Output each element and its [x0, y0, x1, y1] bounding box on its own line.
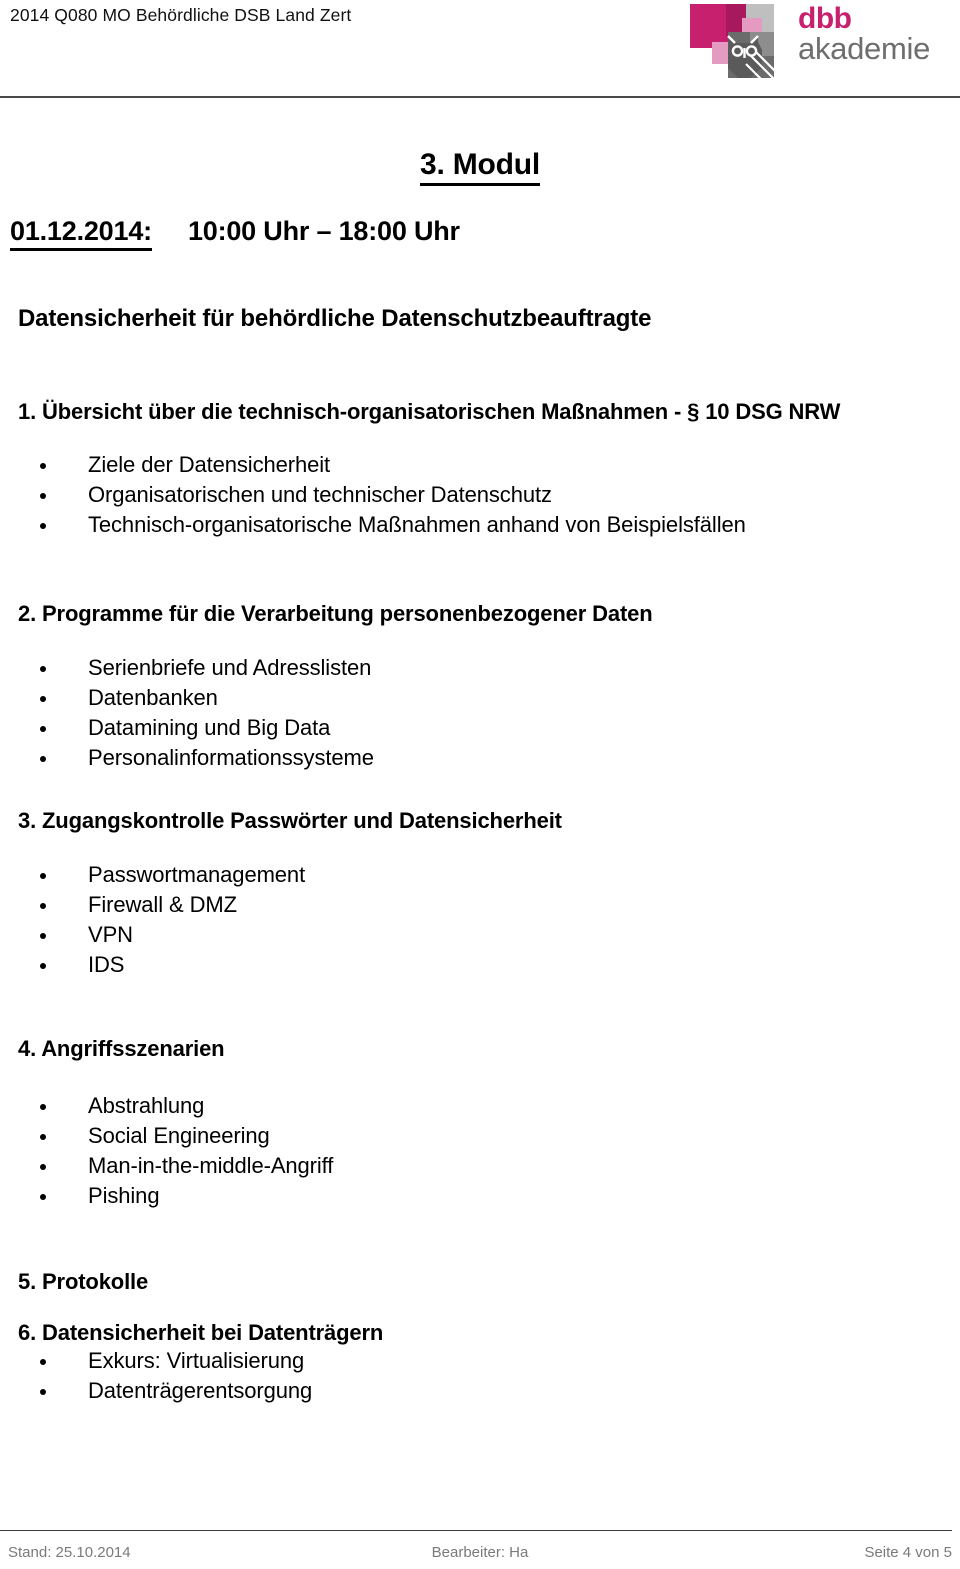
logo-wordmark: dbb akademie: [798, 4, 958, 80]
bullet-dot-icon: [40, 963, 46, 969]
bullet-dot-icon: [40, 873, 46, 879]
bullet-dot-icon: [40, 1134, 46, 1140]
course-time: 10:00 Uhr – 18:00 Uhr: [187, 216, 460, 246]
bullet-dot-icon: [40, 756, 46, 762]
header-document-title: 2014 Q080 MO Behördliche DSB Land Zert: [10, 5, 352, 25]
list-item-label: Social Engineering: [88, 1123, 270, 1148]
list-item-label: Ziele der Datensicherheit: [88, 452, 331, 477]
header-divider: [0, 96, 960, 98]
bullet-dot-icon: [40, 1194, 46, 1200]
list-item-label: VPN: [88, 922, 133, 947]
bullet-dot-icon: [40, 666, 46, 672]
module-title: 3. Modul: [0, 148, 960, 186]
list-item-label: Technisch-organisatorische Maßnahmen anh…: [88, 512, 746, 537]
list-item-label: Firewall & DMZ: [88, 892, 237, 917]
course-date: 01.12.2014:: [10, 216, 152, 251]
page-header: 2014 Q080 MO Behördliche DSB Land Zert d…: [0, 0, 960, 98]
bullet-dot-icon: [40, 1104, 46, 1110]
bullet-dot-icon: [40, 726, 46, 732]
page-footer: Stand: 25.10.2014 Bearbeiter: Ha Seite 4…: [0, 1530, 960, 1569]
footer-divider: [0, 1530, 952, 1531]
list-item-label: Datamining und Big Data: [88, 715, 331, 740]
bullet-dot-icon: [40, 1359, 46, 1365]
list-item-label: Datenbanken: [88, 685, 218, 710]
date-time-row: 01.12.2014: 10:00 Uhr – 18:00 Uhr: [10, 216, 950, 251]
owl-logo-icon: [690, 4, 779, 85]
bullet-dot-icon: [40, 493, 46, 499]
list-item-label: Abstrahlung: [88, 1093, 205, 1118]
section-heading: 1. Übersicht über die technisch-organisa…: [18, 399, 841, 424]
section-heading: 2. Programme für die Verarbeitung person…: [18, 601, 653, 626]
course-subtitle: Datensicherheit für behördliche Datensch…: [18, 305, 652, 332]
section-heading: 3. Zugangskontrolle Passwörter und Daten…: [18, 808, 562, 833]
list-item-label: Personalinformationssysteme: [88, 745, 374, 770]
list-item-label: Exkurs: Virtualisierung: [88, 1348, 305, 1373]
document-page: 2014 Q080 MO Behördliche DSB Land Zert d…: [0, 0, 960, 1569]
dbb-akademie-logo: dbb akademie: [688, 2, 960, 88]
bullet-dot-icon: [40, 933, 46, 939]
bullet-dot-icon: [40, 1164, 46, 1170]
bullet-dot-icon: [40, 903, 46, 909]
list-item-label: Datenträgerentsorgung: [88, 1378, 313, 1403]
section-heading: 4. Angriffsszenarien: [18, 1036, 225, 1061]
bullet-dot-icon: [40, 696, 46, 702]
bullet-dot-icon: [40, 463, 46, 469]
logo-text-akademie: akademie: [798, 31, 931, 66]
list-item-label: Man-in-the-middle-Angriff: [88, 1153, 334, 1178]
bullet-dot-icon: [40, 1389, 46, 1395]
section-heading: 5. Protokolle: [18, 1269, 149, 1294]
module-title-text: 3. Modul: [419, 148, 540, 186]
footer-editor: Bearbeiter: Ha: [431, 1544, 529, 1561]
logo-text-dbb: dbb: [798, 2, 852, 35]
list-item-label: Serienbriefe und Adresslisten: [88, 655, 372, 680]
footer-page-number: Seite 4 von 5: [864, 1544, 952, 1561]
list-item-label: IDS: [88, 952, 125, 977]
list-item-label: Passwortmanagement: [88, 862, 306, 887]
bullet-dot-icon: [40, 523, 46, 529]
list-item-label: Pishing: [88, 1183, 160, 1208]
list-item-label: Organisatorischen und technischer Datens…: [88, 482, 552, 507]
section-heading: 6. Datensicherheit bei Datenträgern: [18, 1320, 384, 1345]
